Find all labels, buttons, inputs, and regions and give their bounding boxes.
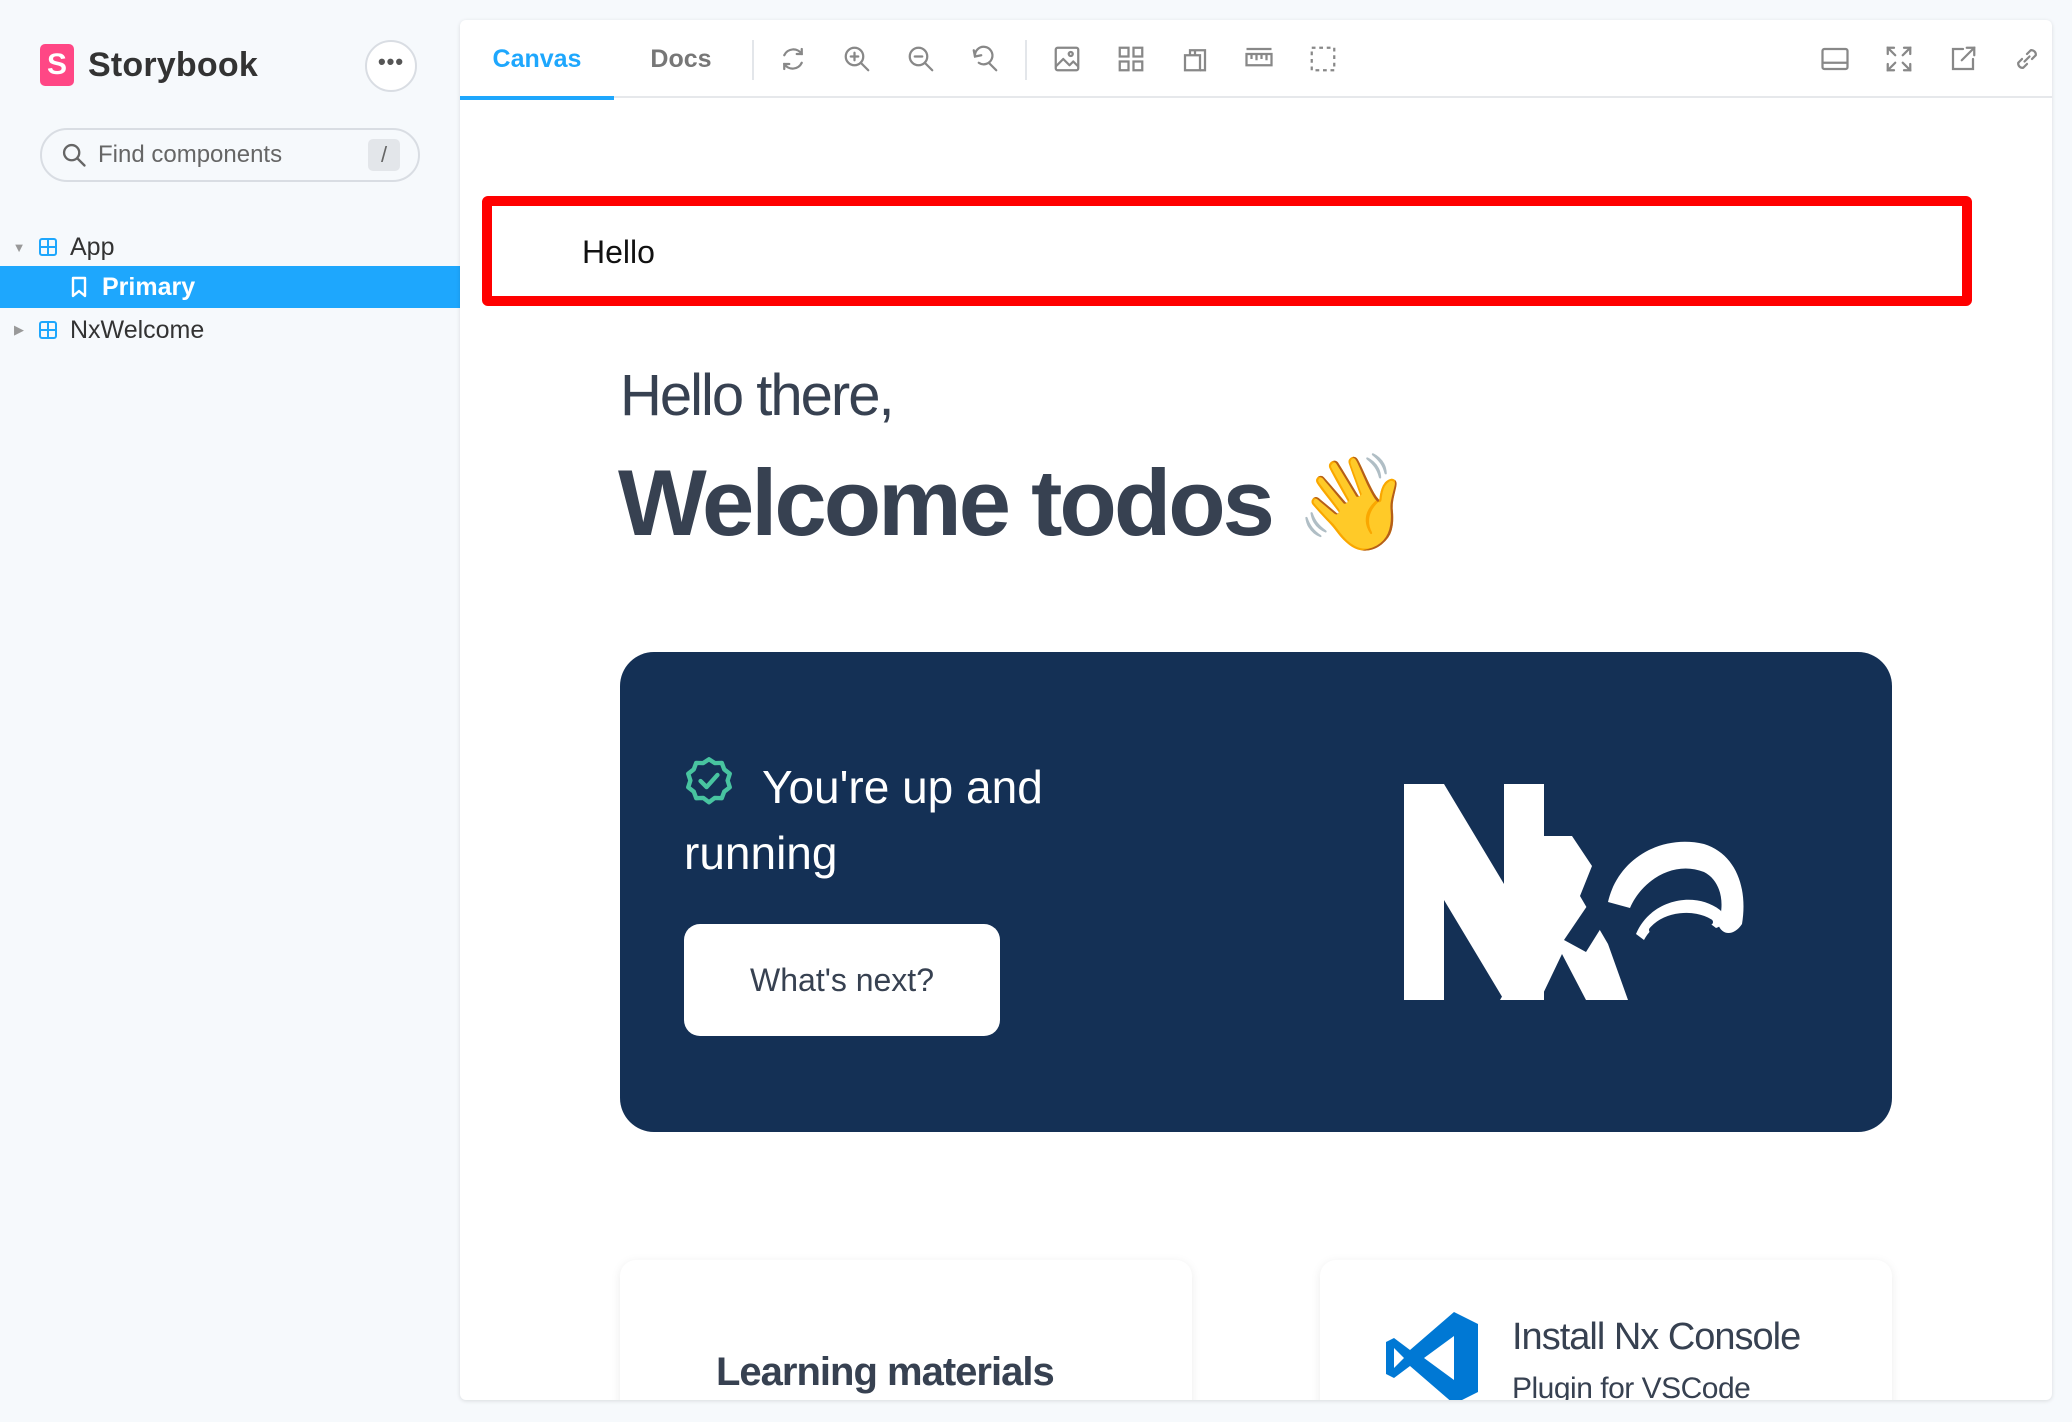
viewport-icon[interactable] xyxy=(1178,42,1212,76)
card-title: Install Nx Console xyxy=(1512,1316,1801,1358)
sidebar: S Storybook ••• Find components / ▼ App … xyxy=(0,0,460,1422)
hello-text: Hello xyxy=(582,234,655,270)
preview-panel: Canvas Docs Hello Hello there, Welcome t… xyxy=(460,20,2052,1400)
hero-banner: You're up and running What's next? xyxy=(620,652,1892,1132)
hello-highlight-box: Hello xyxy=(482,196,1972,306)
storybook-brand[interactable]: S Storybook xyxy=(40,44,258,86)
sidebar-item-label: NxWelcome xyxy=(70,315,205,344)
component-icon xyxy=(39,238,57,256)
tab-canvas[interactable]: Canvas xyxy=(460,20,614,100)
greeting-text: Hello there, xyxy=(620,363,895,428)
toolbar-divider xyxy=(1025,40,1027,80)
copy-link-icon[interactable] xyxy=(2010,42,2044,76)
more-icon: ••• xyxy=(377,49,405,74)
collapse-arrow-icon: ▶ xyxy=(14,322,24,337)
tab-docs[interactable]: Docs xyxy=(614,20,748,98)
toolbar: Canvas Docs xyxy=(460,20,2052,100)
status-text: You're up and running xyxy=(684,761,1043,879)
search-input[interactable]: Find components / xyxy=(40,128,420,182)
expand-arrow-icon: ▼ xyxy=(12,239,26,255)
brand-name: Storybook xyxy=(88,45,258,84)
reload-icon[interactable] xyxy=(776,42,810,76)
card-title: Learning materials xyxy=(716,1350,1055,1394)
background-icon[interactable] xyxy=(1050,42,1084,76)
nx-logo-icon xyxy=(1404,784,1744,1000)
panel-toggle-icon[interactable] xyxy=(1818,42,1852,76)
search-icon xyxy=(62,143,86,167)
fullscreen-icon[interactable] xyxy=(1882,42,1916,76)
open-new-tab-icon[interactable] xyxy=(1946,42,1980,76)
card-subtitle: Plugin for VSCode xyxy=(1512,1372,1751,1400)
zoom-in-icon[interactable] xyxy=(840,42,874,76)
grid-icon[interactable] xyxy=(1114,42,1148,76)
whats-next-button[interactable]: What's next? xyxy=(684,924,1000,1036)
welcome-heading: Welcome todos 👋 xyxy=(618,450,1412,555)
sidebar-item-label: Primary xyxy=(102,272,196,301)
vscode-icon xyxy=(1386,1312,1478,1400)
nx-console-card[interactable]: Install Nx Console Plugin for VSCode xyxy=(1320,1260,1892,1400)
sidebar-menu-button[interactable]: ••• xyxy=(365,40,417,92)
measure-icon[interactable] xyxy=(1242,42,1276,76)
storybook-logo-icon: S xyxy=(40,44,74,86)
learning-materials-card[interactable]: Learning materials xyxy=(620,1260,1192,1400)
sidebar-item-label: App xyxy=(70,232,115,261)
reset-zoom-icon[interactable] xyxy=(968,42,1002,76)
toolbar-divider xyxy=(752,40,754,80)
sidebar-item-primary[interactable]: Primary xyxy=(0,266,460,308)
component-icon xyxy=(39,321,57,339)
search-placeholder: Find components xyxy=(98,141,283,168)
search-shortcut-key: / xyxy=(368,139,400,171)
zoom-out-icon[interactable] xyxy=(904,42,938,76)
sidebar-item-app[interactable]: ▼ App xyxy=(0,226,460,268)
outline-icon[interactable] xyxy=(1306,42,1340,76)
sidebar-item-nxwelcome[interactable]: ▶ NxWelcome xyxy=(0,309,460,351)
bookmark-icon xyxy=(71,276,87,298)
